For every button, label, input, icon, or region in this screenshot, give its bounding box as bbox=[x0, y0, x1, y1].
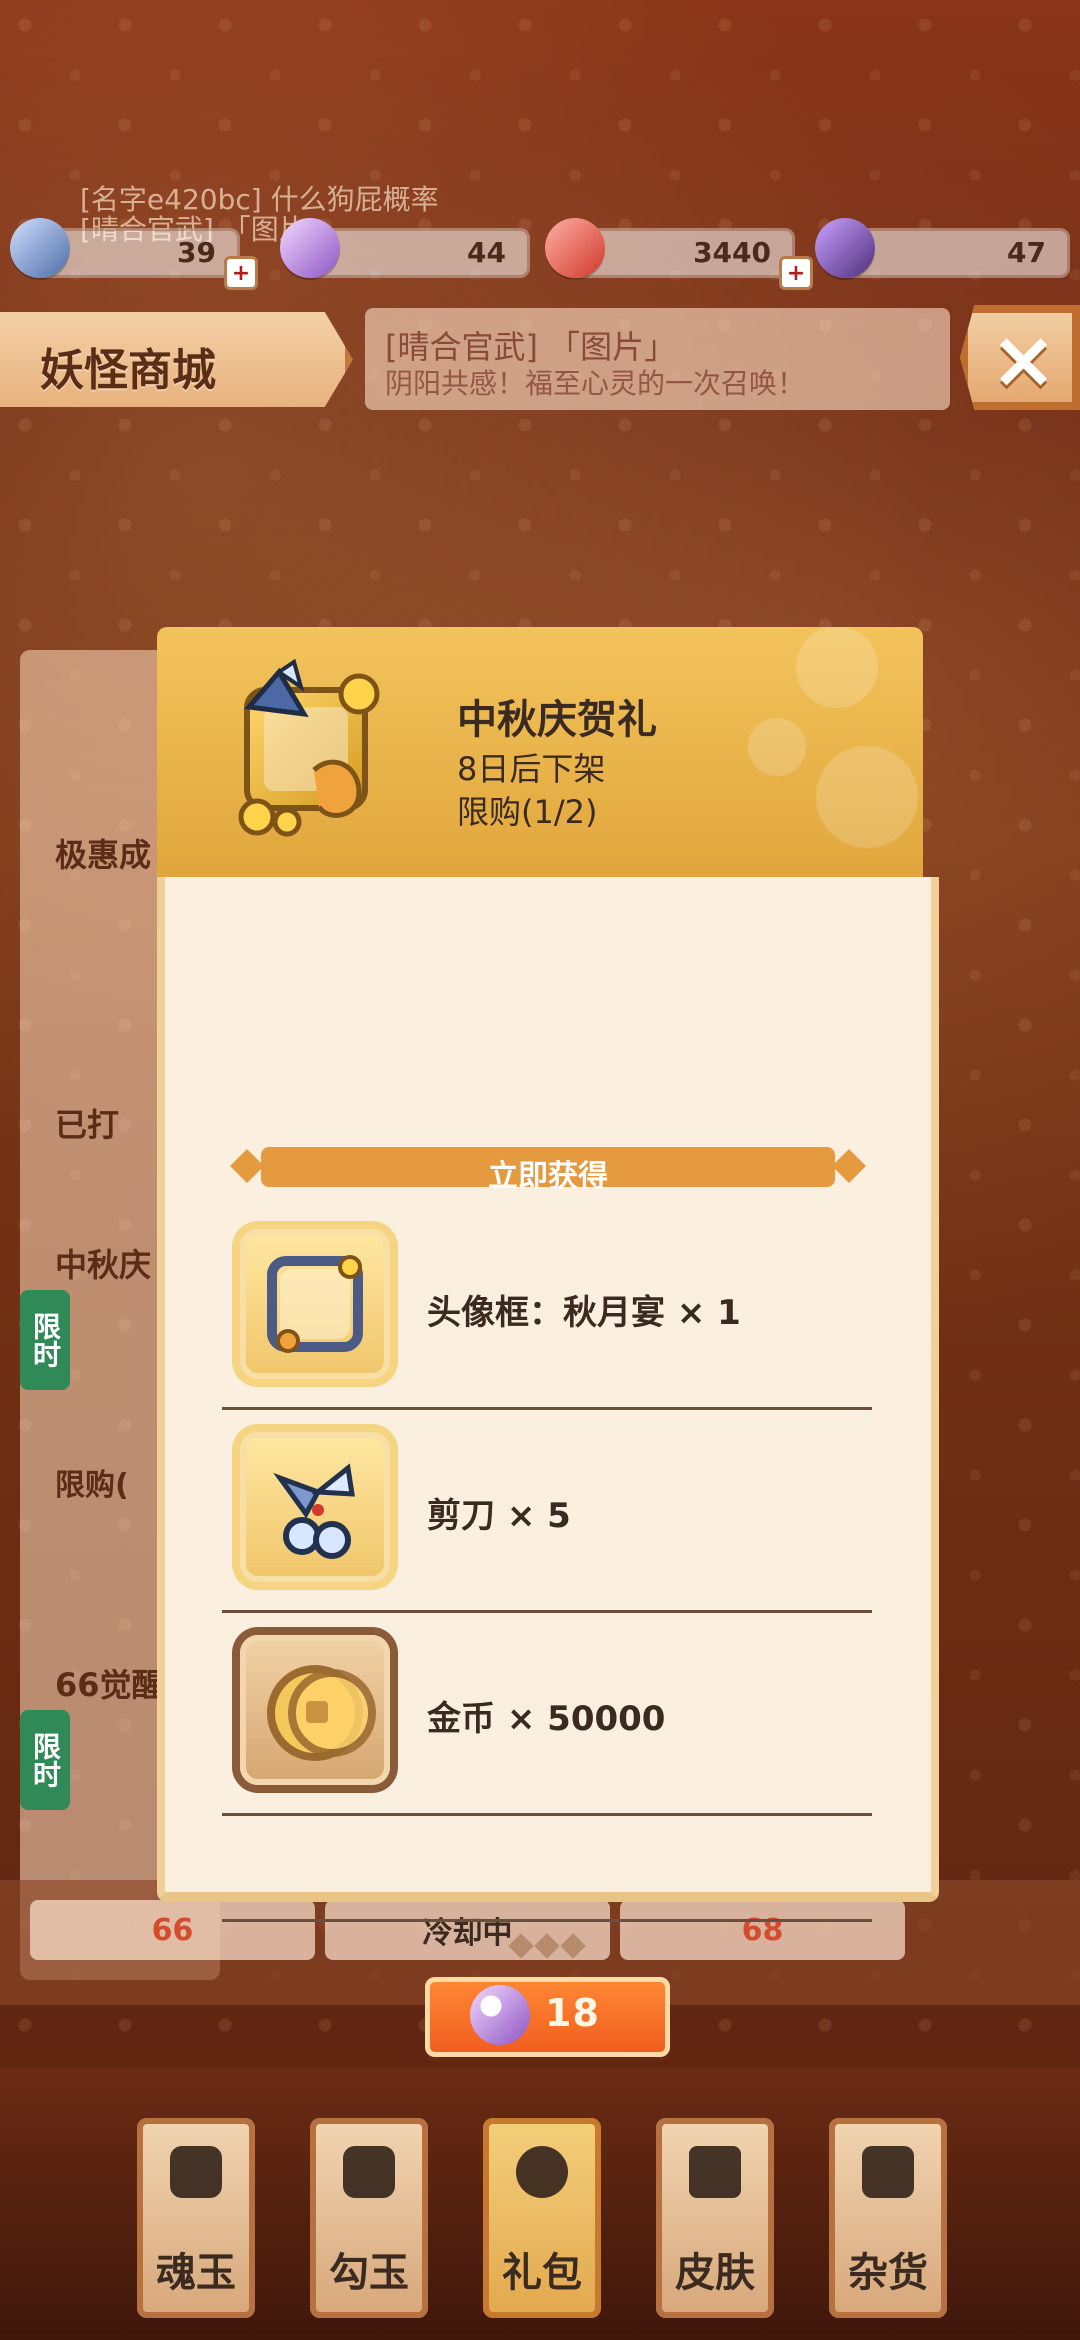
reward-row: 剪刀 × 5 bbox=[222, 1410, 872, 1613]
tab-label: 勾玉 bbox=[329, 2250, 409, 2296]
price-value: 66 bbox=[151, 1912, 194, 1948]
reward-row: 头像框：秋月宴 × 1 bbox=[222, 1207, 872, 1410]
announcement-banner: [晴合官武] 「图片」 阴阳共感！福至心灵的一次召唤！ bbox=[365, 308, 950, 410]
reward-row: 金币 × 50000 bbox=[222, 1613, 872, 1816]
gift-detail-modal: 中秋庆贺礼 8日后下架 限购(1/2) 立即获得 头像框：秋月宴 × 1 剪刀 … bbox=[157, 627, 939, 2057]
add-currency-button[interactable]: + bbox=[779, 256, 813, 290]
coin-icon bbox=[240, 1635, 390, 1785]
scissors-icon bbox=[10, 218, 70, 278]
tab-label: 杂货 bbox=[848, 2250, 928, 2296]
modal-body: 立即获得 头像框：秋月宴 × 1 剪刀 × 5 金币 × 50000 18 bbox=[157, 877, 939, 2057]
tab-skin[interactable]: 皮肤 bbox=[656, 2118, 774, 2318]
scissors-icon bbox=[240, 1432, 390, 1582]
currency-yokai-token[interactable]: 47 bbox=[815, 218, 1070, 278]
tab-magatama[interactable]: 勾玉 bbox=[310, 2118, 428, 2318]
scissors-art bbox=[273, 1463, 355, 1559]
background-price-3: 68 bbox=[620, 1900, 905, 1960]
reward-label: 头像框：秋月宴 × 1 bbox=[427, 1293, 741, 1333]
section-title: 立即获得 bbox=[488, 1159, 608, 1194]
divider-line bbox=[222, 1919, 872, 1922]
purchase-price: 18 bbox=[545, 1991, 600, 2035]
price-value: 68 bbox=[741, 1912, 784, 1948]
magatama-icon bbox=[343, 2146, 395, 2198]
tab-goods[interactable]: 杂货 bbox=[829, 2118, 947, 2318]
limited-tag: 限时 bbox=[20, 1710, 70, 1810]
add-currency-button[interactable]: + bbox=[224, 256, 258, 290]
currency-value: 47 bbox=[1007, 236, 1046, 269]
gift-expiry: 8日后下架 bbox=[457, 750, 606, 788]
soul-jade-icon bbox=[280, 218, 340, 278]
tab-label: 皮肤 bbox=[675, 2250, 755, 2296]
yokai-token-icon bbox=[815, 218, 875, 278]
modal-header: 中秋庆贺礼 8日后下架 限购(1/2) bbox=[157, 627, 923, 877]
limited-tag: 限时 bbox=[20, 1290, 70, 1390]
avatar-frame-icon bbox=[240, 1229, 390, 1379]
currency-value: 3440 bbox=[693, 236, 771, 269]
offer-title: 极惠成 bbox=[55, 836, 152, 874]
divider-ornament bbox=[508, 1933, 586, 1959]
shop-title: 妖怪商城 bbox=[40, 345, 216, 396]
tab-label: 魂玉 bbox=[156, 2250, 236, 2296]
tab-label: 礼包 bbox=[502, 2250, 582, 2296]
gift-purchase-limit: 限购(1/2) bbox=[457, 793, 598, 831]
gift-title: 中秋庆贺礼 bbox=[457, 697, 657, 743]
tab-soul-jade[interactable]: 魂玉 bbox=[137, 2118, 255, 2318]
close-icon: × bbox=[990, 313, 1058, 406]
section-ribbon: 立即获得 bbox=[230, 1147, 866, 1194]
offer-title: 66觉醒 bbox=[55, 1666, 164, 1704]
avatar-frame-art bbox=[267, 1255, 363, 1353]
goods-icon bbox=[862, 2146, 914, 2198]
magatama-icon bbox=[545, 218, 605, 278]
gift-package-icon bbox=[238, 658, 380, 837]
gift-bag-icon bbox=[516, 2146, 568, 2198]
currency-scissors[interactable]: 39 + bbox=[10, 218, 258, 290]
chat-line-1: [名字e420bc] 什么狗屁概率 bbox=[80, 183, 439, 216]
currency-soul-jade[interactable]: 44 bbox=[280, 218, 530, 278]
currency-bar: 39 + 44 3440 + 47 bbox=[0, 218, 1080, 290]
offer-title: 中秋庆 bbox=[55, 1246, 152, 1284]
offer-status: 已打 bbox=[55, 1106, 120, 1144]
currency-value: 44 bbox=[467, 236, 506, 269]
banner-line-2: 阴阳共感！福至心灵的一次召唤！ bbox=[385, 367, 806, 400]
purchase-button[interactable]: 18 bbox=[425, 1977, 670, 2057]
currency-value: 39 bbox=[177, 236, 216, 269]
ornament-diamond bbox=[560, 1933, 586, 1959]
ornament-diamond bbox=[534, 1933, 560, 1959]
tab-gift[interactable]: 礼包 bbox=[483, 2118, 601, 2318]
offer-limit: 限购( bbox=[55, 1468, 129, 1503]
reward-label: 金币 × 50000 bbox=[427, 1699, 666, 1739]
currency-magatama[interactable]: 3440 + bbox=[545, 218, 813, 290]
outfit-icon bbox=[689, 2146, 741, 2198]
ornament-diamond bbox=[508, 1933, 534, 1959]
shop-title-plate: 妖怪商城 bbox=[0, 312, 353, 407]
soul-jade-icon bbox=[470, 1985, 530, 2045]
reward-label: 剪刀 × 5 bbox=[427, 1496, 571, 1536]
background-price-1: 66 bbox=[30, 1900, 315, 1960]
coin-art bbox=[267, 1665, 376, 1761]
soul-jade-icon bbox=[170, 2146, 222, 2198]
close-button[interactable]: × bbox=[960, 305, 1080, 410]
